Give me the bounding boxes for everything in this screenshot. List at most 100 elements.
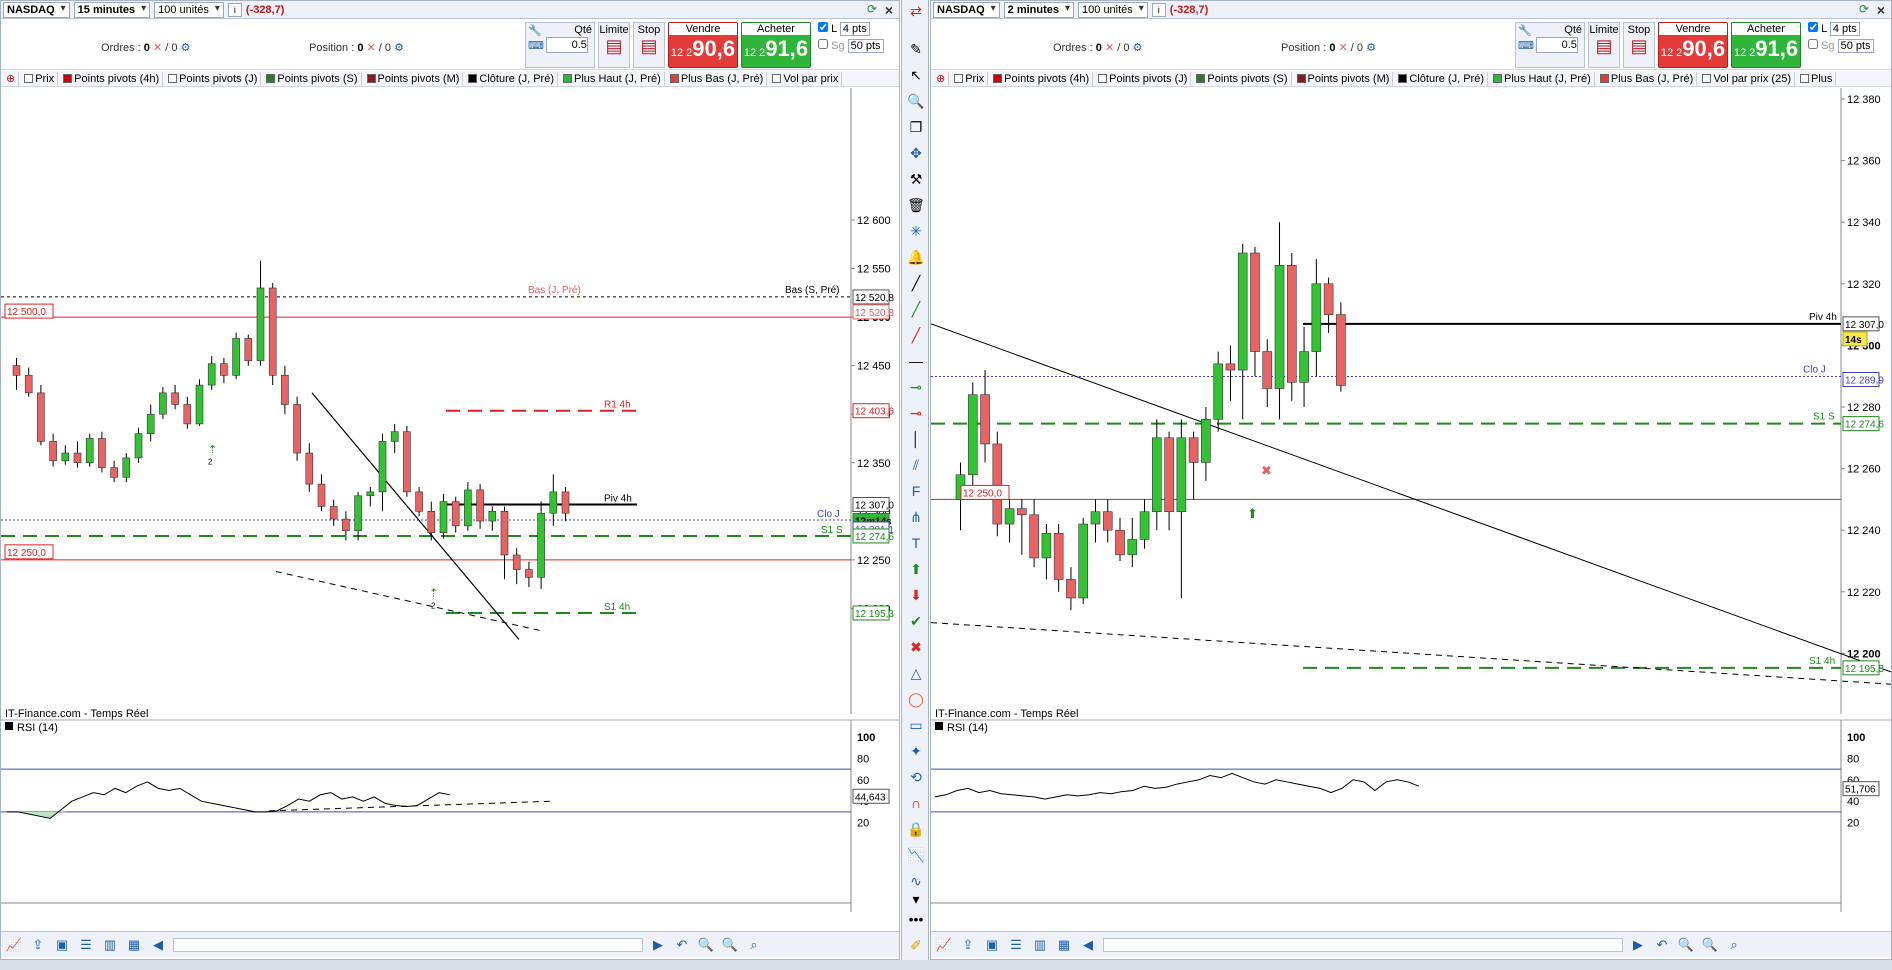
legend-item[interactable]: Vol par prix (769, 71, 843, 86)
legend-item[interactable]: Plus Haut (J, Pré) (1490, 71, 1595, 86)
stop-order-button[interactable]: Stop ▤ (1623, 22, 1655, 68)
wave-icon[interactable]: ∿ (907, 872, 925, 890)
position-settings-icon[interactable]: ⚙ (394, 42, 404, 54)
legend-item[interactable]: Prix (21, 71, 59, 86)
keyboard-icon[interactable]: ⌨ (528, 39, 544, 52)
cancel-orders-icon[interactable]: ✕ (1105, 42, 1114, 54)
instrument-select[interactable]: NASDAQ (933, 1, 1000, 18)
price-chart[interactable]: 12 60012 55012 50012 45012 40012 35012 3… (1, 88, 899, 912)
legend-item[interactable]: Points pivots (S) (1193, 71, 1292, 86)
sell-button[interactable]: Vendre 12 290,6 (668, 22, 738, 68)
copy-icon[interactable]: ❐ (907, 118, 925, 136)
fibonacci-icon[interactable]: F (907, 482, 925, 500)
zoom-in-icon[interactable]: 🔍 (721, 936, 739, 954)
rectangle-icon[interactable]: ▭ (907, 716, 925, 734)
instrument-select[interactable]: NASDAQ (3, 1, 70, 18)
legend-item[interactable]: Prix (951, 71, 989, 86)
calendar-icon[interactable]: ▦ (125, 936, 143, 954)
zoom-reset-icon[interactable]: ⌕ (745, 936, 763, 954)
magnifier-icon[interactable]: 🔍 (907, 92, 925, 110)
add-indicator-icon[interactable]: ⊕ (933, 71, 950, 86)
cycle-icon[interactable]: ⟲ (907, 768, 925, 786)
pen-tool-icon[interactable]: ✐ (907, 936, 925, 954)
orders-settings-icon[interactable]: ⚙ (181, 42, 191, 54)
pitchfork-icon[interactable]: ⋔ (907, 508, 925, 526)
keyboard-icon[interactable]: ⌨ (1518, 39, 1534, 52)
units-select[interactable]: 100 unités (1078, 1, 1148, 18)
zoom-out-icon[interactable]: 🔍 (697, 936, 715, 954)
legend-item[interactable]: Plus (1797, 71, 1837, 86)
chart-type-icon[interactable]: 📈 (935, 936, 953, 954)
chart-type-icon[interactable]: 📈 (5, 936, 23, 954)
sg-checkbox[interactable] (818, 39, 828, 49)
timeframe-select[interactable]: 2 minutes (1003, 1, 1075, 18)
quantity-input[interactable] (545, 37, 588, 53)
refresh-icon[interactable]: ⟳ (865, 2, 879, 16)
position-settings-icon[interactable]: ⚙ (1366, 42, 1376, 54)
list-icon[interactable]: ☰ (1007, 936, 1025, 954)
share-icon[interactable]: ⇪ (959, 936, 977, 954)
indicator-icon[interactable]: ▥ (101, 936, 119, 954)
stop-order-button[interactable]: Stop ▤ (633, 22, 665, 68)
info-icon[interactable]: i (1151, 2, 1166, 17)
l-checkbox[interactable] (818, 22, 828, 32)
check-icon[interactable]: ✔ (907, 612, 925, 630)
more-icon[interactable]: ••• (907, 910, 925, 928)
calendar-icon[interactable]: ▦ (1055, 936, 1073, 954)
legend-item[interactable]: Clôture (J, Pré) (1395, 71, 1488, 86)
refresh-icon[interactable]: ⟳ (1857, 2, 1871, 16)
add-indicator-icon[interactable]: ⊕ (3, 71, 20, 86)
expand-down-icon[interactable]: ▾ (907, 890, 925, 908)
buy-button[interactable]: Acheter 12 291,6 (1731, 22, 1801, 68)
legend-item[interactable]: Points pivots (M) (1294, 71, 1394, 86)
quantity-input[interactable] (1535, 37, 1578, 53)
red-line-icon[interactable]: ╱ (907, 326, 925, 344)
legend-item[interactable]: Points pivots (M) (364, 71, 464, 86)
down-arrow-icon[interactable]: ⬇ (907, 586, 925, 604)
scroll-right-icon[interactable]: ▶ (1629, 936, 1647, 954)
sell-button[interactable]: Vendre 12 290,6 (1658, 22, 1728, 68)
horizontal-scrollbar[interactable] (173, 937, 643, 952)
wrench-icon[interactable]: 🔧 (528, 24, 542, 37)
line-tool-icon[interactable]: ╱ (907, 274, 925, 292)
horizontal-scrollbar[interactable] (1103, 937, 1623, 952)
green-line-icon[interactable]: ╱ (907, 300, 925, 318)
screenshot-icon[interactable]: ▣ (53, 936, 71, 954)
indicator-icon[interactable]: ▥ (1031, 936, 1049, 954)
close-position-icon[interactable]: ✕ (1339, 42, 1348, 54)
legend-item[interactable]: Plus Bas (J, Pré) (1597, 71, 1698, 86)
legend-item[interactable]: Points pivots (4h) (60, 71, 164, 86)
up-arrow-icon[interactable]: ⬆ (907, 560, 925, 578)
legend-item[interactable]: Plus Haut (J, Pré) (560, 71, 665, 86)
units-select[interactable]: 100 unités (154, 1, 224, 18)
zoom-in-icon[interactable]: 🔍 (1701, 936, 1719, 954)
legend-item[interactable]: Points pivots (J) (165, 71, 262, 86)
price-chart[interactable]: 12 38012 36012 34012 32012 30012 28012 2… (931, 88, 1891, 912)
legend-item[interactable]: Plus Bas (J, Pré) (667, 71, 768, 86)
text-icon[interactable]: T (907, 534, 925, 552)
scroll-right-icon[interactable]: ▶ (649, 936, 667, 954)
channel-icon[interactable]: ⫽ (907, 456, 925, 474)
magnet-snap-icon[interactable]: ∩ (907, 794, 925, 812)
undo-icon[interactable]: ↶ (673, 936, 691, 954)
sg-checkbox[interactable] (1808, 39, 1818, 49)
timeframe-select[interactable]: 15 minutes (73, 1, 151, 18)
move-icon[interactable]: ✥ (907, 144, 925, 162)
trash-icon[interactable]: 🗑 (907, 196, 925, 214)
buy-button[interactable]: Acheter 12 291,6 (741, 22, 811, 68)
magnet-icon[interactable]: ✳ (907, 222, 925, 240)
alarm-icon[interactable]: 🔔 (907, 248, 925, 266)
chart-link-icon[interactable]: 📉 (907, 846, 925, 864)
wrench-icon[interactable]: 🔧 (1518, 24, 1532, 37)
list-icon[interactable]: ☰ (77, 936, 95, 954)
vertical-line-icon[interactable]: │ (907, 430, 925, 448)
screenshot-icon[interactable]: ▣ (983, 936, 1001, 954)
sync-icon[interactable]: ⇄ (907, 2, 925, 20)
cancel-orders-icon[interactable]: ✕ (153, 42, 162, 54)
cross-icon[interactable]: ✖ (907, 638, 925, 656)
limit-order-button[interactable]: Limite ▤ (1588, 22, 1620, 68)
close-position-icon[interactable]: ✕ (367, 42, 376, 54)
ellipse-icon[interactable]: ◯ (907, 690, 925, 708)
legend-item[interactable]: Points pivots (S) (263, 71, 362, 86)
zoom-out-icon[interactable]: 🔍 (1677, 936, 1695, 954)
